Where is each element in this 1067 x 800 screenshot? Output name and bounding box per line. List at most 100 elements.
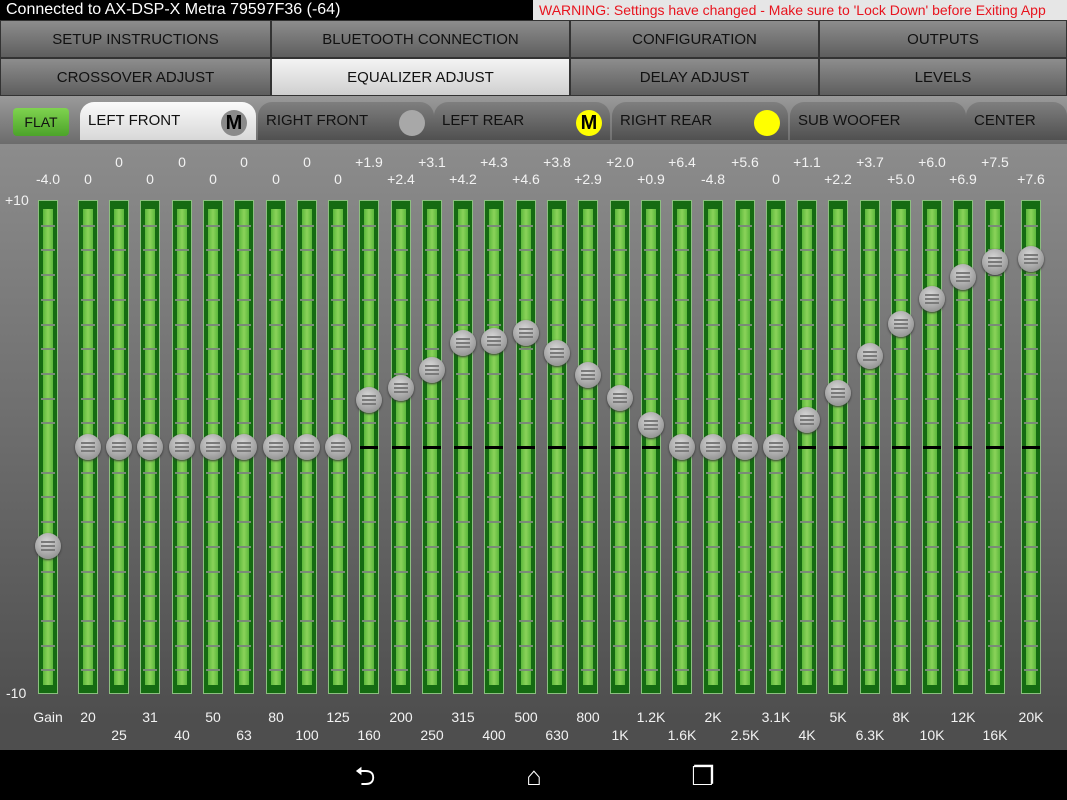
slider-knob[interactable] xyxy=(794,406,820,433)
slider-knob[interactable] xyxy=(888,310,914,337)
eq-slider-1k[interactable] xyxy=(610,200,630,694)
flat-button[interactable]: FLAT xyxy=(13,108,69,136)
band-frequency-label: 500 xyxy=(514,709,538,725)
eq-slider-10k[interactable] xyxy=(922,200,942,694)
channel-tab-label: RIGHT REAR xyxy=(620,112,713,129)
back-icon[interactable]: ⮌ xyxy=(350,762,380,790)
eq-slider-1.2k[interactable] xyxy=(641,200,661,694)
zero-line xyxy=(360,446,378,449)
band-frequency-label: 3.1K xyxy=(761,709,791,725)
nav-tab-setup-instructions[interactable]: SETUP INSTRUCTIONS xyxy=(0,20,271,58)
band-frequency-label: 40 xyxy=(174,727,190,743)
slider-knob[interactable] xyxy=(763,434,789,460)
eq-slider-500[interactable] xyxy=(516,200,536,694)
slider-knob[interactable] xyxy=(544,340,570,367)
slider-knob[interactable] xyxy=(419,357,445,384)
nav-tab-outputs[interactable]: OUTPUTS xyxy=(819,20,1067,58)
eq-slider-630[interactable] xyxy=(547,200,567,694)
slider-knob[interactable] xyxy=(825,379,851,406)
eq-slider-4k[interactable] xyxy=(797,200,817,694)
eq-slider-6.3k[interactable] xyxy=(860,200,880,694)
band-value-label: +4.3 xyxy=(480,154,508,170)
band-value-label: +5.0 xyxy=(887,171,915,187)
zero-line xyxy=(611,446,629,449)
nav-tab-equalizer-adjust[interactable]: EQUALIZER ADJUST xyxy=(271,58,570,96)
eq-slider-250[interactable] xyxy=(422,200,442,694)
channel-tab-label: CENTER xyxy=(974,112,1036,129)
nav-tab-delay-adjust[interactable]: DELAY ADJUST xyxy=(570,58,819,96)
band-value-label: 0 xyxy=(178,154,186,170)
slider-knob[interactable] xyxy=(35,532,61,559)
home-icon[interactable]: ⌂ xyxy=(519,762,549,790)
slider-knob[interactable] xyxy=(294,434,320,460)
status-dot-icon[interactable] xyxy=(754,110,780,136)
slider-knob[interactable] xyxy=(169,434,195,460)
slider-knob[interactable] xyxy=(982,248,1008,275)
slider-knob[interactable] xyxy=(919,285,945,312)
band-frequency-label: 63 xyxy=(236,727,252,743)
band-value-label: 0 xyxy=(772,171,780,187)
slider-knob[interactable] xyxy=(1018,246,1044,273)
recents-icon[interactable]: ❐ xyxy=(688,762,718,790)
nav-tab-configuration[interactable]: CONFIGURATION xyxy=(570,20,819,58)
band-value-label: 0 xyxy=(334,171,342,187)
eq-slider-800[interactable] xyxy=(578,200,598,694)
slider-knob[interactable] xyxy=(607,384,633,411)
slider-knob[interactable] xyxy=(450,330,476,357)
zero-line xyxy=(923,446,941,449)
slider-knob[interactable] xyxy=(75,434,101,460)
slider-knob[interactable] xyxy=(481,327,507,354)
slider-knob[interactable] xyxy=(638,411,664,438)
band-value-label: +2.4 xyxy=(387,171,415,187)
status-dot-icon[interactable] xyxy=(399,110,425,136)
slider-knob[interactable] xyxy=(231,434,257,460)
slider-knob[interactable] xyxy=(356,387,382,414)
slider-knob[interactable] xyxy=(200,434,226,460)
slider-knob[interactable] xyxy=(388,374,414,401)
slider-knob[interactable] xyxy=(857,342,883,369)
slider-knob[interactable] xyxy=(137,434,163,460)
slider-knob[interactable] xyxy=(263,434,289,460)
slider-knob[interactable] xyxy=(732,434,758,460)
band-frequency-label: 1K xyxy=(611,727,629,743)
slider-knob[interactable] xyxy=(513,320,539,347)
slider-knob[interactable] xyxy=(669,434,695,460)
band-frequency-label: 125 xyxy=(326,709,350,725)
eq-slider-20k[interactable] xyxy=(1021,200,1041,694)
band-value-label: +3.7 xyxy=(856,154,884,170)
band-value-label: +2.2 xyxy=(824,171,852,187)
eq-slider-5k[interactable] xyxy=(828,200,848,694)
channel-tabs: FLAT LEFT FRONT M RIGHT FRONT LEFT REAR M RIG… xyxy=(0,96,1067,144)
mute-indicator-icon[interactable]: M xyxy=(576,110,602,136)
band-frequency-label: 250 xyxy=(420,727,444,743)
eq-slider-400[interactable] xyxy=(484,200,504,694)
zero-line xyxy=(798,446,816,449)
eq-slider-315[interactable] xyxy=(453,200,473,694)
band-frequency-label: Gain xyxy=(33,709,63,725)
eq-slider-8k[interactable] xyxy=(891,200,911,694)
nav-tab-bluetooth-connection[interactable]: BLUETOOTH CONNECTION xyxy=(271,20,570,58)
band-value-label: +4.2 xyxy=(449,171,477,187)
slider-knob[interactable] xyxy=(325,434,351,460)
mute-indicator-icon[interactable]: M xyxy=(221,110,247,136)
nav-tab-levels[interactable]: LEVELS xyxy=(819,58,1067,96)
eq-slider-200[interactable] xyxy=(391,200,411,694)
channel-tab-center[interactable]: CENTER xyxy=(966,102,1067,140)
slider-knob[interactable] xyxy=(106,434,132,460)
channel-tab-sub-woofer[interactable]: SUB WOOFER xyxy=(790,102,966,140)
zero-line xyxy=(392,446,410,449)
zero-line xyxy=(829,446,847,449)
eq-slider-160[interactable] xyxy=(359,200,379,694)
band-value-label: 0 xyxy=(240,154,248,170)
band-frequency-label: 8K xyxy=(892,709,910,725)
eq-slider-gain[interactable] xyxy=(38,200,58,694)
band-frequency-label: 630 xyxy=(545,727,569,743)
band-value-label: +2.9 xyxy=(574,171,602,187)
slider-knob[interactable] xyxy=(575,362,601,389)
band-frequency-label: 20K xyxy=(1018,709,1044,725)
slider-knob[interactable] xyxy=(950,263,976,290)
zero-line xyxy=(517,446,535,449)
band-value-label: +6.4 xyxy=(668,154,696,170)
nav-tab-crossover-adjust[interactable]: CROSSOVER ADJUST xyxy=(0,58,271,96)
slider-knob[interactable] xyxy=(700,434,726,460)
